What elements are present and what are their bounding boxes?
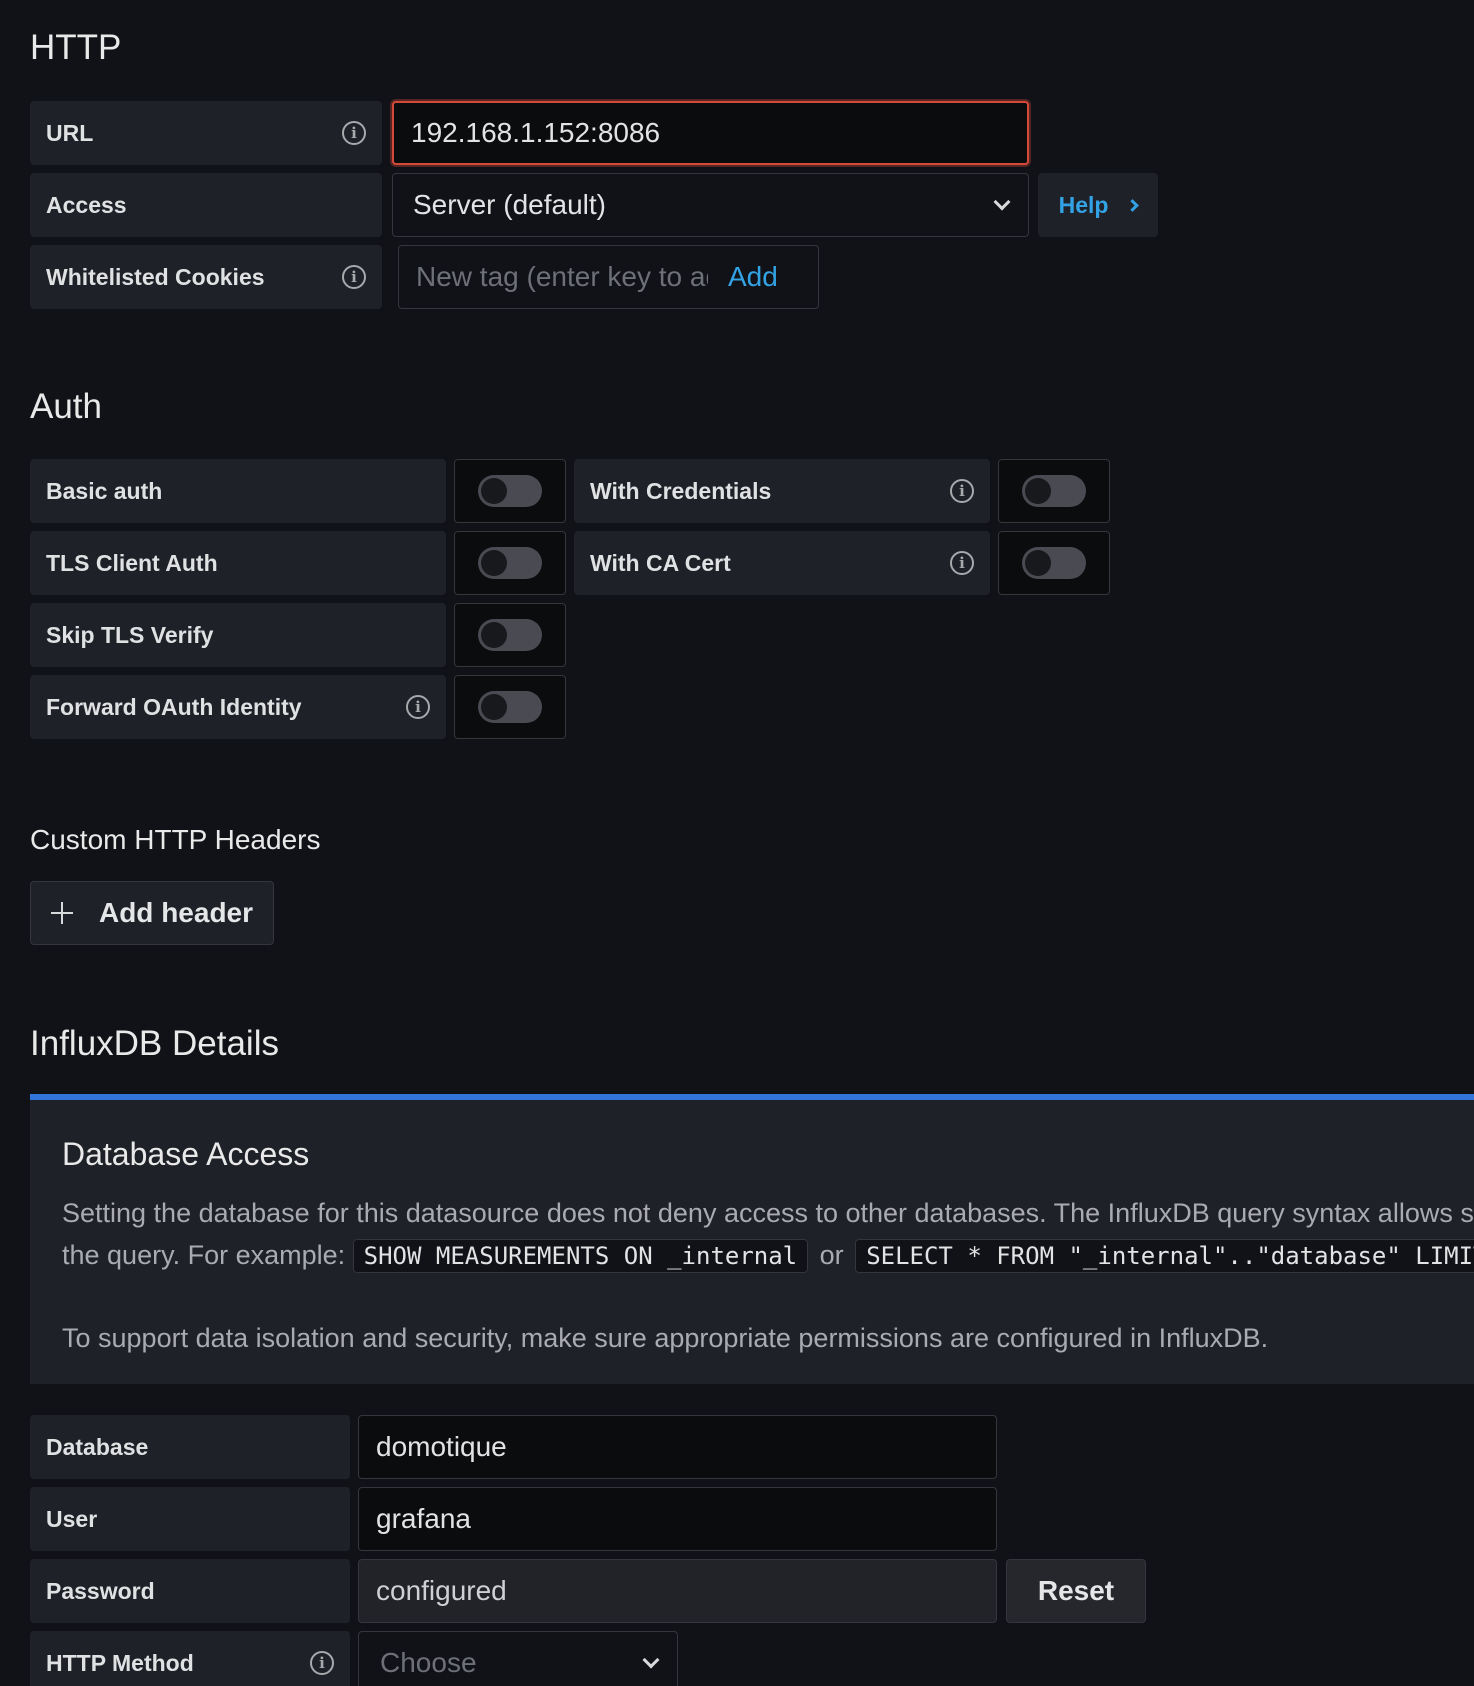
cookies-tag-placeholder: New tag (enter key to ad	[416, 261, 708, 292]
http-section-title: HTTP	[30, 28, 122, 67]
toggle-switch[interactable]	[1022, 475, 1086, 507]
password-label: Password	[30, 1559, 350, 1623]
info-circle-icon[interactable]: i	[950, 551, 974, 575]
database-label: Database	[30, 1415, 350, 1479]
tls-client-auth-label-text: TLS Client Auth	[46, 549, 218, 576]
skip-tls-verify-toggle[interactable]	[454, 603, 566, 667]
chevron-right-icon	[1126, 198, 1140, 212]
with-ca-cert-label-text: With CA Cert	[590, 549, 731, 576]
database-label-text: Database	[46, 1433, 149, 1460]
with-credentials-label: With Credentials i	[574, 459, 990, 523]
http-method-label: HTTP Method i	[30, 1631, 350, 1686]
toggle-switch[interactable]	[1022, 547, 1086, 579]
toggle-switch[interactable]	[478, 547, 542, 579]
skip-tls-verify-label-text: Skip TLS Verify	[46, 621, 214, 648]
alert-code-example-1: SHOW MEASUREMENTS ON _internal	[352, 1239, 809, 1273]
tls-client-auth-label: TLS Client Auth	[30, 531, 446, 595]
info-circle-icon[interactable]: i	[342, 265, 366, 289]
toggle-switch[interactable]	[478, 691, 542, 723]
toggle-knob	[481, 550, 507, 576]
toggle-knob	[1025, 550, 1051, 576]
info-circle-icon[interactable]: i	[342, 121, 366, 145]
user-label-text: User	[46, 1505, 98, 1532]
alert-line-3: To support data isolation and security, …	[62, 1323, 1269, 1353]
http-method-placeholder: Choose	[380, 1647, 477, 1678]
forward-oauth-toggle[interactable]	[454, 675, 566, 739]
url-input[interactable]: 192.168.1.152:8086	[392, 101, 1029, 165]
skip-tls-verify-label: Skip TLS Verify	[30, 603, 446, 667]
toggle-knob	[481, 478, 507, 504]
help-button-label: Help	[1058, 191, 1109, 218]
url-label-text: URL	[46, 119, 94, 146]
user-input[interactable]: grafana	[358, 1487, 997, 1551]
access-select-value: Server (default)	[413, 189, 606, 220]
plus-icon	[50, 902, 73, 924]
url-label: URL i	[30, 101, 382, 165]
forward-oauth-label-text: Forward OAuth Identity	[46, 693, 302, 720]
password-input[interactable]: configured	[358, 1559, 997, 1623]
access-label: Access	[30, 173, 382, 237]
tls-client-auth-toggle[interactable]	[454, 531, 566, 595]
forward-oauth-label: Forward OAuth Identity i	[30, 675, 446, 739]
toggle-knob	[1025, 478, 1051, 504]
reset-password-button[interactable]: Reset	[1006, 1559, 1146, 1623]
add-header-button[interactable]: Add header	[30, 881, 274, 945]
database-access-alert: Database Access Setting the database for…	[30, 1094, 1474, 1384]
with-ca-cert-label: With CA Cert i	[574, 531, 990, 595]
custom-headers-title: Custom HTTP Headers	[30, 824, 321, 855]
influx-section-title: InfluxDB Details	[30, 1024, 279, 1063]
http-method-label-text: HTTP Method	[46, 1649, 194, 1676]
whitelisted-cookies-label: Whitelisted Cookies i	[30, 245, 382, 309]
info-circle-icon[interactable]: i	[310, 1651, 334, 1675]
alert-line-1: Setting the database for this datasource…	[62, 1198, 1474, 1228]
add-header-label: Add header	[98, 897, 254, 928]
alert-body: Setting the database for this datasource…	[62, 1192, 1474, 1359]
info-circle-icon[interactable]: i	[950, 479, 974, 503]
user-label: User	[30, 1487, 350, 1551]
with-ca-cert-toggle[interactable]	[998, 531, 1110, 595]
alert-code-example-2: SELECT * FROM "_internal".."database" LI…	[855, 1239, 1474, 1273]
password-label-text: Password	[46, 1577, 155, 1604]
toggle-switch[interactable]	[478, 475, 542, 507]
whitelisted-cookies-label-text: Whitelisted Cookies	[46, 263, 265, 290]
basic-auth-label: Basic auth	[30, 459, 446, 523]
auth-section-title: Auth	[30, 387, 102, 426]
cookies-add-button[interactable]: Add	[728, 261, 778, 293]
basic-auth-toggle[interactable]	[454, 459, 566, 523]
alert-title: Database Access	[62, 1136, 310, 1172]
alert-or-text: or	[819, 1240, 844, 1270]
alert-line-2-prefix: the query. For example:	[62, 1240, 346, 1270]
help-button[interactable]: Help	[1038, 173, 1158, 237]
access-select[interactable]: Server (default)	[392, 173, 1029, 237]
http-method-select[interactable]: Choose	[358, 1631, 678, 1686]
access-label-text: Access	[46, 191, 127, 218]
alert-line-2: the query. For example: SHOW MEASUREMENT…	[62, 1234, 1474, 1277]
toggle-knob	[481, 622, 507, 648]
database-input[interactable]: domotique	[358, 1415, 997, 1479]
chevron-down-icon	[642, 1651, 660, 1669]
chevron-down-icon	[993, 193, 1011, 211]
toggle-knob	[481, 694, 507, 720]
basic-auth-label-text: Basic auth	[46, 477, 163, 504]
info-circle-icon[interactable]: i	[406, 695, 430, 719]
with-credentials-toggle[interactable]	[998, 459, 1110, 523]
cookies-tag-input[interactable]: New tag (enter key to ad Add	[398, 245, 819, 309]
toggle-switch[interactable]	[478, 619, 542, 651]
with-credentials-label-text: With Credentials	[590, 477, 772, 504]
